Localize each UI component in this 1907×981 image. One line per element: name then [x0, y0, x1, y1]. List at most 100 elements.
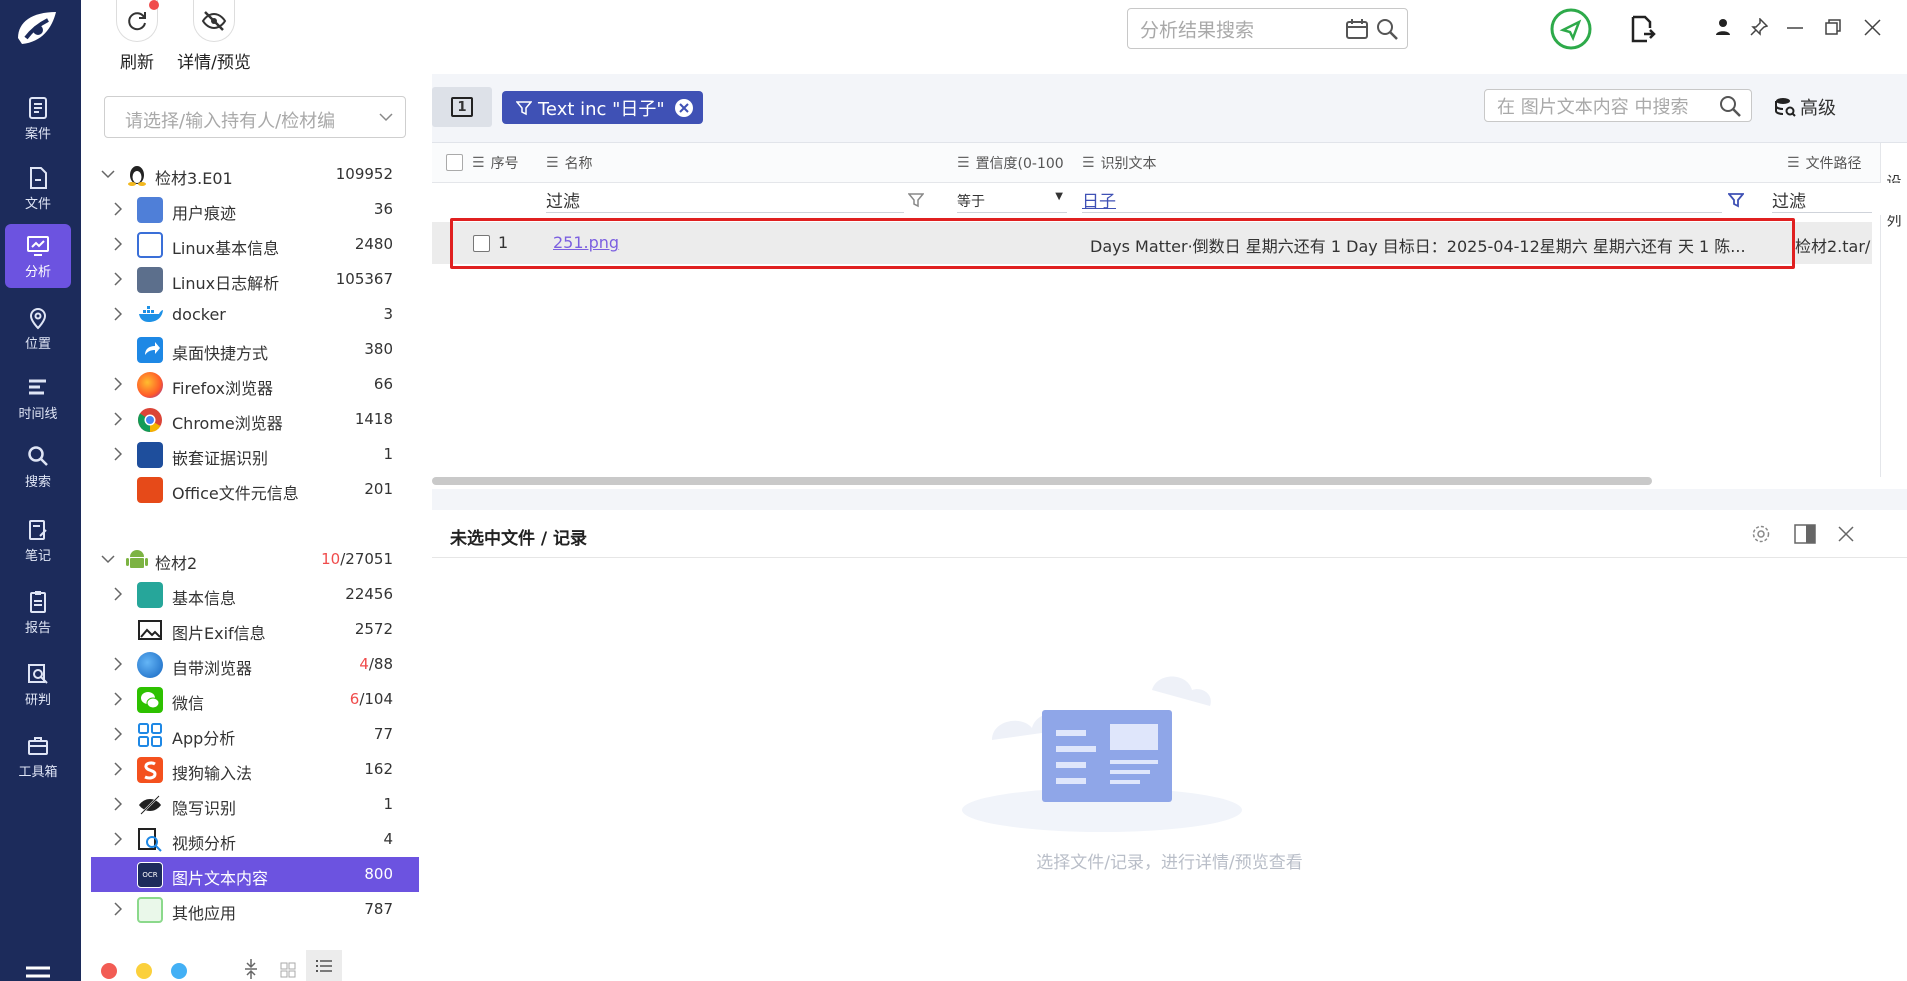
- tree-item-chrome[interactable]: Chrome浏览器 1418: [91, 402, 419, 437]
- advanced-search-button[interactable]: 高级: [1774, 94, 1836, 120]
- tree-item-label: 搜狗输入法: [172, 764, 253, 783]
- search-icon[interactable]: [1375, 17, 1399, 41]
- calendar-icon[interactable]: [1345, 18, 1369, 40]
- linux-penguin-icon: [126, 162, 152, 188]
- filter-row: 过滤 等于 ▼ 日子 过滤: [432, 183, 1907, 215]
- refresh-button[interactable]: 刷新: [107, 0, 167, 73]
- red-dot[interactable]: [101, 963, 117, 979]
- wechat-icon: [137, 687, 163, 713]
- nav-file[interactable]: 文件: [5, 156, 71, 220]
- tree-item-count-highlight: 6: [349, 690, 360, 708]
- column-header-path[interactable]: ☰ 文件路径: [1787, 143, 1862, 183]
- column-header-confidence[interactable]: ☰ 置信度(0-100: [957, 143, 1064, 183]
- active-filter-chip[interactable]: Text inc "日子": [502, 91, 703, 124]
- search-icon[interactable]: [1719, 95, 1741, 117]
- tree-item-docker[interactable]: docker 3: [91, 297, 419, 332]
- text-filter-value: 日子: [1082, 192, 1116, 212]
- nav-report[interactable]: 报告: [5, 580, 71, 644]
- tree-group-evidence2[interactable]: 检材2 10/27051: [91, 542, 419, 577]
- eye-off-icon: [201, 10, 227, 31]
- content-search-input[interactable]: 在 图片文本内容 中搜索: [1484, 89, 1752, 122]
- tree-item-count: 787: [364, 900, 393, 918]
- nav-timeline[interactable]: 时间线: [5, 366, 71, 430]
- list-view-icon: [316, 960, 332, 972]
- list-info-icon: [137, 232, 163, 258]
- tree-item-linux-log[interactable]: Linux日志解析 105367: [91, 262, 419, 297]
- minimize-icon[interactable]: [1787, 27, 1803, 29]
- tree-item-count: 1: [383, 795, 393, 813]
- remove-filter-icon[interactable]: [674, 98, 693, 117]
- horizontal-scrollbar[interactable]: [432, 477, 1652, 485]
- chevron-right-icon: [114, 412, 122, 426]
- tree-item-basic-info[interactable]: 基本信息 22456: [91, 577, 419, 612]
- tree-item-steganography[interactable]: 隐写识别 1: [91, 787, 419, 822]
- tree-item-desktop-shortcut[interactable]: 桌面快捷方式 380: [91, 332, 419, 367]
- yellow-dot[interactable]: [136, 963, 152, 979]
- column-header-index[interactable]: ☰ 序号: [472, 143, 519, 183]
- close-window-icon[interactable]: [1864, 19, 1881, 36]
- detail-preview-button[interactable]: 详情/预览: [169, 0, 259, 73]
- close-icon[interactable]: [1838, 526, 1854, 542]
- hidden-eye-icon: [137, 792, 163, 818]
- tree-item-nested-evidence[interactable]: 嵌套证据识别 1: [91, 437, 419, 472]
- user-icon[interactable]: [1714, 18, 1732, 36]
- path-filter-input[interactable]: 过滤: [1772, 187, 1872, 213]
- nav-location[interactable]: 位置: [5, 296, 71, 360]
- nav-analysis[interactable]: 分析: [5, 224, 71, 288]
- chevron-right-icon: [114, 307, 122, 321]
- text-filter-input[interactable]: 日子: [1082, 187, 1722, 213]
- tree-item-other-apps[interactable]: 其他应用 787: [91, 892, 419, 927]
- video-search-icon: [137, 827, 163, 853]
- split-panel-icon[interactable]: [1794, 524, 1816, 544]
- sogou-icon: [137, 757, 163, 783]
- judge-icon: [28, 664, 48, 684]
- name-filter-input[interactable]: 过滤: [546, 187, 904, 213]
- green-action-button[interactable]: [1550, 8, 1592, 50]
- restore-icon[interactable]: [1825, 19, 1841, 35]
- confidence-operator-select[interactable]: 等于 ▼: [957, 187, 1067, 213]
- tree-item-label: 自带浏览器: [172, 659, 253, 678]
- nav-search[interactable]: 搜索: [5, 434, 71, 498]
- tree-item-label: docker: [172, 305, 226, 324]
- main-content: 1 Text inc "日子" 在 图片文本内容 中搜索 高级 ☰ 序号 ☰ 名称 …: [432, 74, 1907, 981]
- filter-icon[interactable]: [908, 192, 924, 208]
- export-button[interactable]: [1630, 15, 1656, 43]
- nav-label: 工具箱: [18, 765, 58, 780]
- tree-item-count: 4: [383, 830, 393, 848]
- holder-select[interactable]: 请选择/输入持有人/检材编: [104, 96, 406, 138]
- ocr-icon: OCR: [137, 862, 163, 888]
- menu-icon[interactable]: [26, 965, 50, 981]
- nav-judge[interactable]: 研判: [5, 652, 71, 716]
- tree-item-label: 桌面快捷方式: [172, 344, 269, 363]
- result-search-input[interactable]: 分析结果搜索: [1127, 8, 1408, 49]
- tree-group-evidence3[interactable]: 检材3.E01 109952: [91, 157, 419, 192]
- nav-case[interactable]: 案件: [5, 86, 71, 150]
- tree-item-user-traces[interactable]: 用户痕迹 36: [91, 192, 419, 227]
- tree-item-builtin-browser[interactable]: 自带浏览器 4/88: [91, 647, 419, 682]
- pin-icon[interactable]: [1750, 18, 1768, 36]
- panel-toggle-button[interactable]: 1: [432, 87, 492, 127]
- column-header-text[interactable]: ☰ 识别文本: [1082, 143, 1157, 183]
- tree-item-firefox[interactable]: Firefox浏览器 66: [91, 367, 419, 402]
- row-path: 检材2.tar/h: [1795, 237, 1871, 256]
- nav-notes[interactable]: 笔记: [5, 508, 71, 572]
- collapse-all-icon[interactable]: [244, 958, 258, 980]
- tree-item-linux-basic[interactable]: Linux基本信息 2480: [91, 227, 419, 262]
- chevron-down-icon: [379, 113, 393, 122]
- list-view-button[interactable]: [306, 950, 342, 981]
- tree-item-image-text[interactable]: OCR 图片文本内容 800: [91, 857, 419, 892]
- column-header-name[interactable]: ☰ 名称: [546, 143, 593, 183]
- filter-active-icon[interactable]: [1728, 192, 1744, 208]
- grid-view-icon[interactable]: [280, 962, 296, 978]
- gear-icon[interactable]: [1751, 524, 1771, 544]
- tree-item-count: 1: [383, 445, 393, 463]
- select-all-checkbox[interactable]: [446, 154, 463, 171]
- tree-item-image-exif[interactable]: 图片Exif信息 2572: [91, 612, 419, 647]
- tree-item-sogou-ime[interactable]: 搜狗输入法 162: [91, 752, 419, 787]
- tree-item-video-analysis[interactable]: 视频分析 4: [91, 822, 419, 857]
- tree-item-app-analysis[interactable]: App分析 77: [91, 717, 419, 752]
- tree-item-office-meta[interactable]: Office文件元信息 201: [91, 472, 419, 507]
- nav-toolbox[interactable]: 工具箱: [5, 724, 71, 788]
- blue-dot[interactable]: [171, 963, 187, 979]
- tree-item-wechat[interactable]: 微信 6/104: [91, 682, 419, 717]
